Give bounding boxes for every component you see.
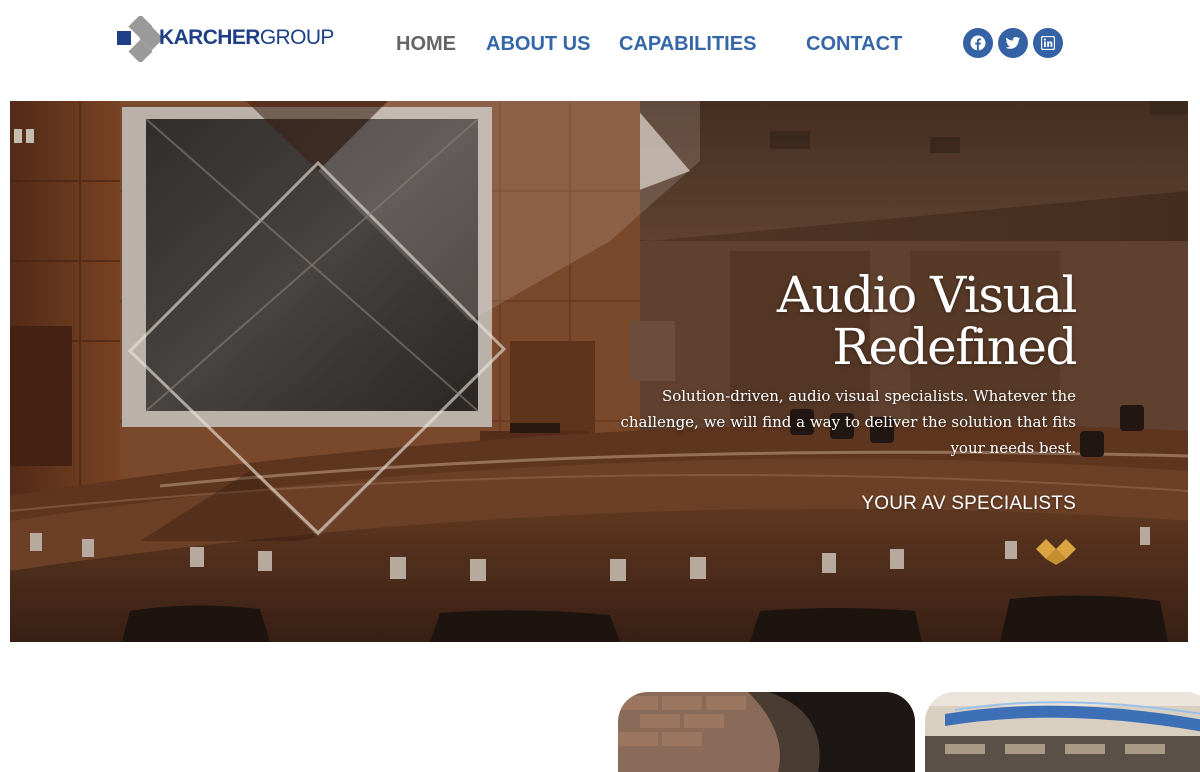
hero-title-line-2: Redefined: [832, 318, 1077, 376]
hero-tagline: YOUR AV SPECIALISTS: [861, 493, 1076, 514]
diamond-mark-icon: [1036, 539, 1076, 565]
facebook-link[interactable]: [963, 28, 993, 58]
twitter-icon: [1005, 37, 1021, 49]
nav-about-us[interactable]: ABOUT US: [486, 33, 590, 56]
logo-mark-icon: [117, 16, 162, 62]
facebook-icon: [970, 35, 986, 51]
nav-contact[interactable]: CONTACT: [806, 33, 902, 56]
hero-banner: Audio Visual Redefined Solution-driven, …: [10, 101, 1188, 642]
network-cables-photo: [925, 692, 1200, 772]
linkedin-link[interactable]: [1033, 28, 1063, 58]
hero-description: Solution-driven, audio visual specialist…: [620, 387, 1076, 457]
twitter-link[interactable]: [998, 28, 1028, 58]
nav-home[interactable]: HOME: [396, 33, 456, 56]
hero-title-line-1: Audio Visual: [776, 266, 1078, 324]
karcher-group-logo[interactable]: KARCHERGROUP: [116, 16, 334, 62]
nav-capabilities[interactable]: CAPABILITIES: [619, 33, 756, 56]
linkedin-icon: [1041, 36, 1055, 50]
site-header: KARCHERGROUP HOME ABOUT US CAPABILITIES …: [0, 0, 1200, 100]
service-card-image[interactable]: [925, 692, 1200, 772]
service-card-image[interactable]: [618, 692, 915, 772]
hero-title: Audio Visual Redefined: [776, 266, 1078, 376]
brick-wall-photo: [618, 692, 915, 772]
logo-wordmark: KARCHERGROUP: [159, 26, 334, 49]
